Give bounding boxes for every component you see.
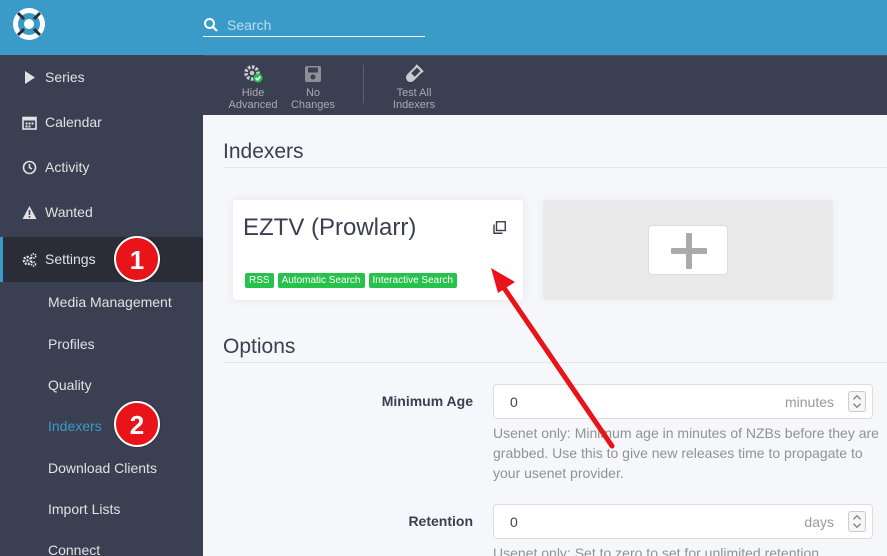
- retention-input[interactable]: 0 days: [493, 504, 873, 539]
- sidebar-subitem-import-lists[interactable]: Import Lists: [0, 489, 203, 530]
- retention-label: Retention: [408, 513, 473, 529]
- test-all-indexers-button[interactable]: Test All Indexers: [385, 56, 443, 116]
- number-stepper[interactable]: [848, 391, 866, 412]
- minimum-age-unit: minutes: [784, 394, 834, 410]
- sidebar-item-label: Calendar: [45, 114, 102, 130]
- sidebar-subitem-label: Profiles: [48, 336, 95, 352]
- retention-help: Usenet only: Set to zero to set for unli…: [493, 545, 820, 556]
- add-indexer-button[interactable]: [648, 225, 728, 275]
- sidebar-subitem-connect[interactable]: Connect: [0, 530, 203, 556]
- search-icon: [204, 18, 218, 32]
- indexer-name: EZTV (Prowlarr): [243, 214, 417, 241]
- sidebar: Series Calendar Activity Wanted Settings…: [0, 55, 203, 556]
- flask-icon: [405, 64, 424, 83]
- save-icon: [305, 66, 321, 82]
- top-header: [0, 0, 887, 55]
- minimum-age-label: Minimum Age: [381, 393, 473, 409]
- sidebar-item-label: Wanted: [45, 204, 93, 220]
- sidebar-subitem-label: Connect: [48, 542, 101, 556]
- step-marker-2: 2: [114, 401, 160, 447]
- plus-icon: [671, 233, 707, 269]
- main-content: Indexers EZTV (Prowlarr) RSS Automatic S…: [203, 115, 887, 556]
- sidebar-item-calendar[interactable]: Calendar: [0, 100, 203, 145]
- sidebar-item-settings[interactable]: Settings: [0, 237, 203, 282]
- sidebar-subitem-media-management[interactable]: Media Management: [0, 282, 203, 323]
- section-divider: [223, 167, 887, 168]
- section-divider: [223, 362, 887, 363]
- sidebar-subitem-label: Import Lists: [48, 501, 121, 517]
- options-section-title: Options: [223, 335, 296, 358]
- indexers-section-title: Indexers: [223, 140, 304, 163]
- hide-advanced-button[interactable]: Hide Advanced: [223, 56, 283, 116]
- test-all-label: Test All Indexers: [392, 87, 436, 111]
- search-bar: [203, 14, 425, 37]
- tag-interactive-search: Interactive Search: [368, 273, 458, 288]
- sidebar-subitem-label: Indexers: [48, 418, 102, 434]
- no-changes-label: No Changes: [290, 87, 336, 111]
- calendar-icon: [22, 116, 37, 130]
- sidebar-subitem-quality[interactable]: Quality: [0, 365, 203, 406]
- page-toolbar: Hide Advanced No Changes Test All Indexe…: [203, 55, 887, 115]
- minimum-age-input[interactable]: 0 minutes: [493, 384, 873, 419]
- gears-icon: [22, 252, 37, 267]
- sidebar-subitem-download-clients[interactable]: Download Clients: [0, 448, 203, 489]
- no-changes-button[interactable]: No Changes: [283, 56, 343, 116]
- retention-value: 0: [510, 514, 518, 530]
- sonarr-logo[interactable]: [12, 7, 46, 41]
- sidebar-subitem-indexers[interactable]: Indexers: [0, 406, 203, 447]
- tag-automatic-search: Automatic Search: [277, 273, 365, 288]
- sidebar-subitem-label: Quality: [48, 377, 92, 393]
- sidebar-subitem-profiles[interactable]: Profiles: [0, 324, 203, 365]
- minimum-age-help: Usenet only: Minimum age in minutes of N…: [493, 425, 879, 481]
- sidebar-subitem-label: Media Management: [48, 294, 172, 310]
- sidebar-item-label: Series: [45, 69, 85, 85]
- add-indexer-card: [543, 200, 833, 300]
- tag-rss: RSS: [245, 273, 274, 288]
- indexer-tags: RSS Automatic Search Interactive Search: [245, 273, 458, 288]
- clock-icon: [22, 160, 37, 175]
- number-stepper[interactable]: [848, 511, 866, 532]
- minimum-age-value: 0: [510, 394, 518, 410]
- hide-advanced-label: Hide Advanced: [228, 87, 278, 111]
- retention-unit: days: [804, 514, 834, 530]
- sidebar-subitem-label: Download Clients: [48, 460, 157, 476]
- play-icon: [25, 71, 35, 84]
- sidebar-item-wanted[interactable]: Wanted: [0, 190, 203, 235]
- sidebar-item-label: Settings: [45, 251, 96, 267]
- clone-icon[interactable]: [493, 221, 506, 234]
- sidebar-item-series[interactable]: Series: [0, 55, 203, 100]
- search-input[interactable]: [227, 14, 425, 35]
- toolbar-separator: [363, 65, 364, 103]
- indexer-card[interactable]: EZTV (Prowlarr) RSS Automatic Search Int…: [233, 200, 523, 300]
- sidebar-item-activity[interactable]: Activity: [0, 145, 203, 190]
- sidebar-item-label: Activity: [45, 159, 90, 175]
- warning-icon: [22, 206, 37, 219]
- step-marker-1: 1: [114, 236, 160, 282]
- gear-check-icon: [244, 65, 263, 83]
